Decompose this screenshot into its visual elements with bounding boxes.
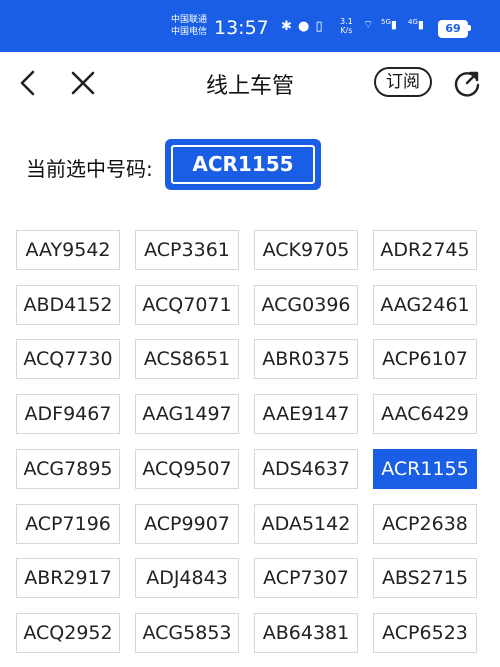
plate-option[interactable]: AAG1497 — [135, 394, 239, 435]
plate-option[interactable]: ACQ7730 — [16, 339, 120, 380]
plate-option[interactable]: ACP9907 — [135, 503, 239, 544]
plate-option[interactable]: ABD4152 — [16, 284, 120, 325]
page-title: 线上车管 — [205, 74, 294, 99]
plate-option[interactable]: AAE9147 — [254, 394, 358, 435]
network-speed: 3.1 K/s — [340, 17, 353, 35]
plate-option[interactable]: ADS4637 — [254, 448, 358, 489]
nav-bar: 线上车管 订阅 — [0, 52, 500, 114]
plate-option[interactable]: ACP7196 — [16, 503, 120, 544]
close-icon[interactable] — [66, 66, 100, 100]
plate-option[interactable]: ACK9705 — [254, 230, 358, 270]
net-speed-unit: K/s — [340, 26, 353, 35]
plate-option[interactable]: AB64381 — [254, 612, 358, 653]
plate-option[interactable]: ACP7307 — [254, 558, 358, 599]
status-bar: 中国联通 中国电信 13:57 ✱ ● ▯ 3.1 K/s ⌔ 5G▮ 4G▮ … — [0, 0, 500, 52]
plate-option[interactable]: ABR0375 — [254, 339, 358, 380]
plate-option[interactable]: ACG0396 — [254, 284, 358, 325]
system-icons: ✱ ● ▯ — [281, 19, 324, 34]
refresh-icon[interactable] — [450, 66, 484, 100]
plate-option[interactable]: ADJ4843 — [135, 558, 239, 599]
subscribe-button[interactable]: 订阅 — [374, 67, 432, 97]
carrier-2: 中国电信 — [171, 27, 208, 37]
location-icon: ● — [298, 19, 311, 34]
plate-option[interactable]: ACG7895 — [16, 448, 120, 489]
plate-option[interactable]: ADF9467 — [16, 394, 120, 435]
signal-1-label: 5G — [381, 18, 391, 26]
carrier-labels: 中国联通 中国电信 — [171, 14, 207, 38]
signal-2: 4G▮ — [408, 18, 424, 31]
chevron-left-icon[interactable] — [12, 66, 46, 100]
plate-option[interactable]: ACG5853 — [135, 612, 239, 653]
plate-option[interactable]: ACP2638 — [373, 503, 477, 544]
plate-option[interactable]: ADA5142 — [254, 503, 358, 544]
plate-option[interactable]: ACR1155 — [373, 448, 477, 489]
plate-option[interactable]: ACS8651 — [135, 339, 239, 380]
net-speed-value: 3.1 — [340, 17, 353, 26]
battery-level: 69 — [438, 20, 468, 38]
signal-2-label: 4G — [408, 18, 418, 26]
plate-option[interactable]: ACP6107 — [373, 339, 477, 380]
plate-option[interactable]: ACP3361 — [135, 230, 239, 270]
selected-number-box: ACR1155 — [165, 139, 321, 190]
plate-option[interactable]: AAY9542 — [16, 230, 120, 270]
plate-option[interactable]: ACQ7071 — [135, 284, 239, 325]
plate-option[interactable]: ACQ2952 — [16, 612, 120, 653]
selected-number-value: ACR1155 — [171, 145, 315, 184]
plate-option[interactable]: AAG2461 — [373, 284, 477, 325]
plate-option[interactable]: ACQ9507 — [135, 448, 239, 489]
signal-1: 5G▮ — [381, 18, 397, 31]
carrier-1: 中国联通 — [171, 15, 208, 25]
plate-option[interactable]: AAC6429 — [373, 394, 477, 435]
vibrate-icon: ▯ — [315, 19, 324, 34]
plate-option[interactable]: ABR2917 — [16, 558, 120, 599]
plate-option[interactable]: ACP6523 — [373, 612, 477, 653]
wifi-icon: ⌔ — [363, 18, 374, 31]
status-time: 13:57 — [214, 17, 269, 39]
bluetooth-icon: ✱ — [281, 19, 293, 34]
battery-tip — [468, 25, 471, 31]
plate-option[interactable]: ABS2715 — [373, 558, 477, 599]
selected-number-label: 当前选中号码: — [26, 157, 153, 181]
plate-option[interactable]: ADR2745 — [373, 230, 477, 270]
